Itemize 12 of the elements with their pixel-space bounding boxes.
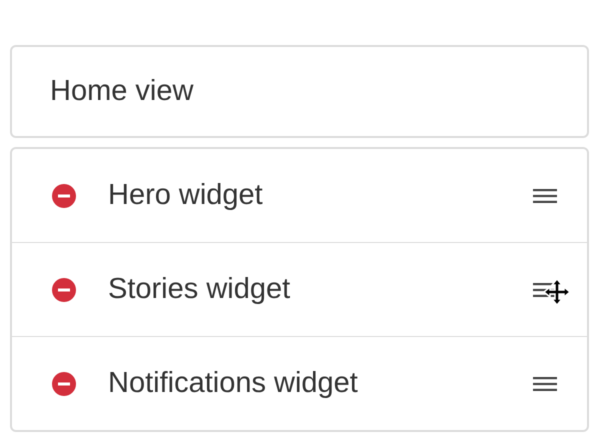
minus-icon [58,194,70,198]
widget-name: Stories widget [108,273,292,306]
widget-name: Hero widget [108,179,264,212]
remove-button[interactable] [52,184,76,208]
drag-handle-icon[interactable] [533,376,557,390]
remove-button[interactable] [52,278,76,302]
view-title: Home view [50,75,194,108]
minus-icon [58,288,70,292]
drag-handle-icon[interactable] [533,188,557,202]
remove-button[interactable] [52,372,76,396]
minus-icon [58,382,70,386]
widget-name: Notifications widget [108,367,359,400]
